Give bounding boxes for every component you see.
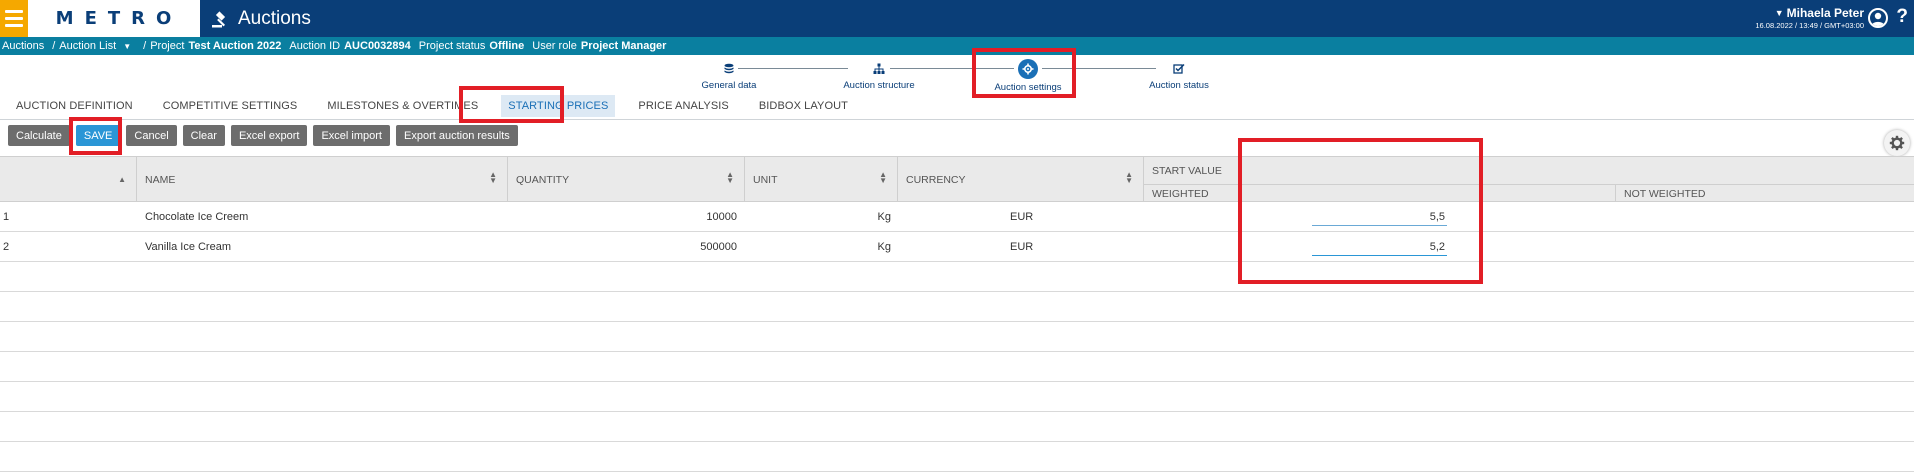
excel-import-button[interactable]: Excel import [313,125,390,146]
tab-starting-prices[interactable]: STARTING PRICES [501,95,616,117]
cell-currency: EUR [1010,211,1034,223]
cell-row-number: 2 [3,241,10,253]
step-general-data[interactable]: General data [664,61,794,91]
cell-quantity: 10000 [706,211,737,223]
user-name: Mihaela Peter [1786,6,1864,20]
step-auction-status[interactable]: Auction status [1114,61,1244,91]
auction-id-value: AUC0032894 [344,40,411,52]
user-datetime: 16.08.2022 / 13:49 / GMT+03:00 [1755,21,1864,30]
calculate-button[interactable]: Calculate [8,125,70,146]
header-unit-label: UNIT [753,173,778,186]
weighted-value-input[interactable] [1312,209,1447,226]
header-not-weighted[interactable]: NOT WEIGHTED [1616,185,1914,202]
hamburger-menu-icon[interactable] [0,0,28,37]
cancel-button[interactable]: Cancel [126,125,177,146]
step-auction-settings[interactable]: Auction settings [963,59,1093,93]
header-currency-label: CURRENCY [906,173,966,186]
empty-row [0,322,1914,352]
step-label: General data [701,80,757,91]
project-label: Project [150,40,185,52]
step-label: Auction structure [843,80,915,91]
excel-export-button[interactable]: Excel export [230,125,308,146]
tab-competitive-settings[interactable]: COMPETITIVE SETTINGS [163,100,298,112]
export-auction-results-button[interactable]: Export auction results [396,125,518,146]
gavel-icon [212,10,226,27]
header-name-label: NAME [145,173,176,186]
cell-name: Chocolate Ice Creem [145,211,249,223]
tab-price-analysis[interactable]: PRICE ANALYSIS [638,100,728,112]
project-status-value: Offline [489,40,525,52]
header-start-value-group: START VALUE WEIGHTED NOT WEIGHTED [1144,157,1914,202]
step-label: Auction status [1149,80,1209,91]
header-weighted[interactable]: WEIGHTED [1144,185,1616,202]
user-menu[interactable]: ▼ Mihaela Peter 16.08.2022 / 13:49 / GMT… [1755,6,1864,30]
tab-bar: AUCTION DEFINITION COMPETITIVE SETTINGS … [0,93,1914,120]
empty-row [0,352,1914,382]
step-auction-structure[interactable]: Auction structure [814,61,944,91]
empty-row [0,292,1914,322]
brand-name: METRO [55,8,183,29]
breadcrumb-separator: / [143,40,147,52]
header-quantity-label: QUANTITY [516,173,570,186]
app-title: Auctions [238,7,311,29]
caret-down-icon: ▼ [1774,8,1784,18]
table-row: 1 Chocolate Ice Creem 10000 Kg EUR [0,202,1914,232]
header-currency[interactable]: CURRENCY ▲ ▼ [898,157,1144,202]
metro-logo: METRO [28,0,200,37]
tab-bidbox-layout[interactable]: BIDBOX LAYOUT [759,100,848,112]
breadcrumb-separator: / [52,40,56,52]
header-quantity[interactable]: QUANTITY ▲ ▼ [508,157,745,202]
help-icon[interactable]: ? [1896,6,1908,28]
cell-name: Vanilla Ice Cream [145,241,231,253]
step-label: Auction settings [994,82,1062,93]
caret-down-icon: ▼ [123,42,132,51]
tab-auction-definition[interactable]: AUCTION DEFINITION [16,100,133,112]
sitemap-icon [871,61,887,77]
cell-currency: EUR [1010,241,1034,253]
cell-quantity: 500000 [700,241,737,253]
checkbox-icon [1171,61,1187,77]
breadcrumb-auction-list-label: Auction List [59,40,117,52]
table-row: 2 Vanilla Ice Cream 500000 Kg EUR [0,232,1914,262]
weighted-value-input[interactable] [1312,239,1447,256]
empty-row [0,382,1914,412]
user-role-label: User role [532,40,577,52]
cell-row-number: 1 [3,211,10,223]
user-avatar-icon[interactable] [1868,8,1888,28]
app-title-area: Auctions [210,0,311,37]
empty-row [0,442,1914,472]
top-header: METRO Auctions ▼ Mihaela Peter 16.08.202… [0,0,1914,37]
user-name-row[interactable]: ▼ Mihaela Peter [1755,6,1864,20]
sort-asc-icon[interactable]: ▲ [118,176,126,184]
header-name[interactable]: NAME ▲ ▼ [137,157,508,202]
breadcrumb-auction-list[interactable]: Auction List ▼ [59,40,135,52]
sort-icon[interactable]: ▲ ▼ [1125,171,1133,185]
grid-settings-gear-icon[interactable] [1884,130,1910,156]
empty-row [0,262,1914,292]
auction-id-label: Auction ID [289,40,341,52]
project-value: Test Auction 2022 [188,40,282,52]
breadcrumb-auctions[interactable]: Auctions [2,40,44,52]
sort-icon[interactable]: ▲ ▼ [489,171,497,185]
project-status-label: Project status [418,40,486,52]
wizard-stepper: General data Auction structure Auction s… [0,55,1914,93]
toolbar: Calculate SAVE Cancel Clear Excel export… [8,125,518,147]
clear-button[interactable]: Clear [182,125,225,146]
sort-icon[interactable]: ▲ ▼ [879,171,887,185]
cell-unit: Kg [877,241,891,253]
cell-unit: Kg [877,211,891,223]
user-role-value: Project Manager [580,40,667,52]
empty-row [0,412,1914,442]
starting-prices-grid: ▲ NAME ▲ ▼ QUANTITY ▲ ▼ UNIT ▲ ▼ CURRENCY ▲… [0,156,1914,472]
grid-header: ▲ NAME ▲ ▼ QUANTITY ▲ ▼ UNIT ▲ ▼ CURRENCY ▲… [0,156,1914,202]
gear-icon [1018,59,1038,79]
tab-milestones-overtimes[interactable]: MILESTONES & OVERTIMES [327,100,478,112]
header-row-number[interactable]: ▲ [0,157,137,202]
header-start-value: START VALUE [1144,157,1914,185]
breadcrumb: Auctions / Auction List ▼ / Project Test… [0,37,1914,55]
save-button[interactable]: SAVE [75,125,121,146]
header-unit[interactable]: UNIT ▲ ▼ [745,157,898,202]
sort-icon[interactable]: ▲ ▼ [726,171,734,185]
database-icon [721,61,737,77]
